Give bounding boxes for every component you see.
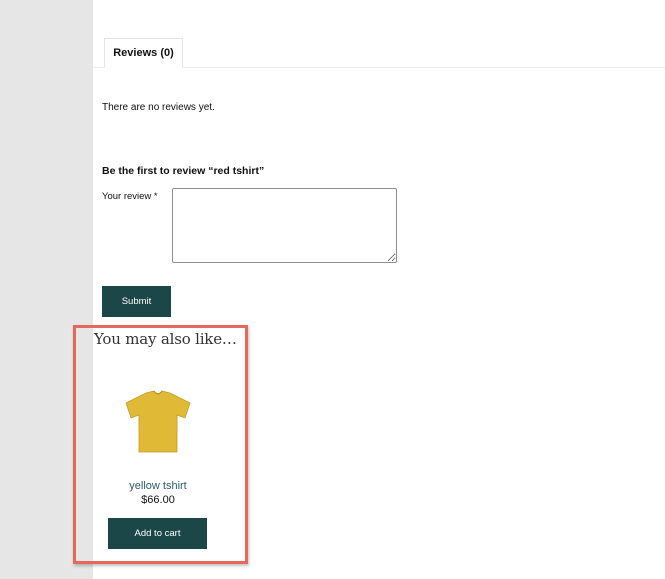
yellow-tshirt-image[interactable] [124, 390, 192, 454]
related-products-heading: You may also like… [94, 330, 237, 348]
product-name-link[interactable]: yellow tshirt [97, 480, 219, 492]
review-form-heading: Be the first to review “red tshirt” [102, 165, 265, 177]
review-field-label: Your review * [102, 191, 158, 202]
review-textarea[interactable] [172, 188, 397, 263]
add-to-cart-button[interactable]: Add to cart [108, 518, 207, 549]
no-reviews-message: There are no reviews yet. [102, 102, 215, 113]
tshirt-shape [125, 390, 191, 453]
product-price: $66.00 [141, 494, 175, 506]
submit-button[interactable]: Submit [102, 286, 171, 317]
tab-reviews-label: Reviews (0) [113, 47, 174, 59]
tab-reviews[interactable]: Reviews (0) [104, 38, 183, 68]
